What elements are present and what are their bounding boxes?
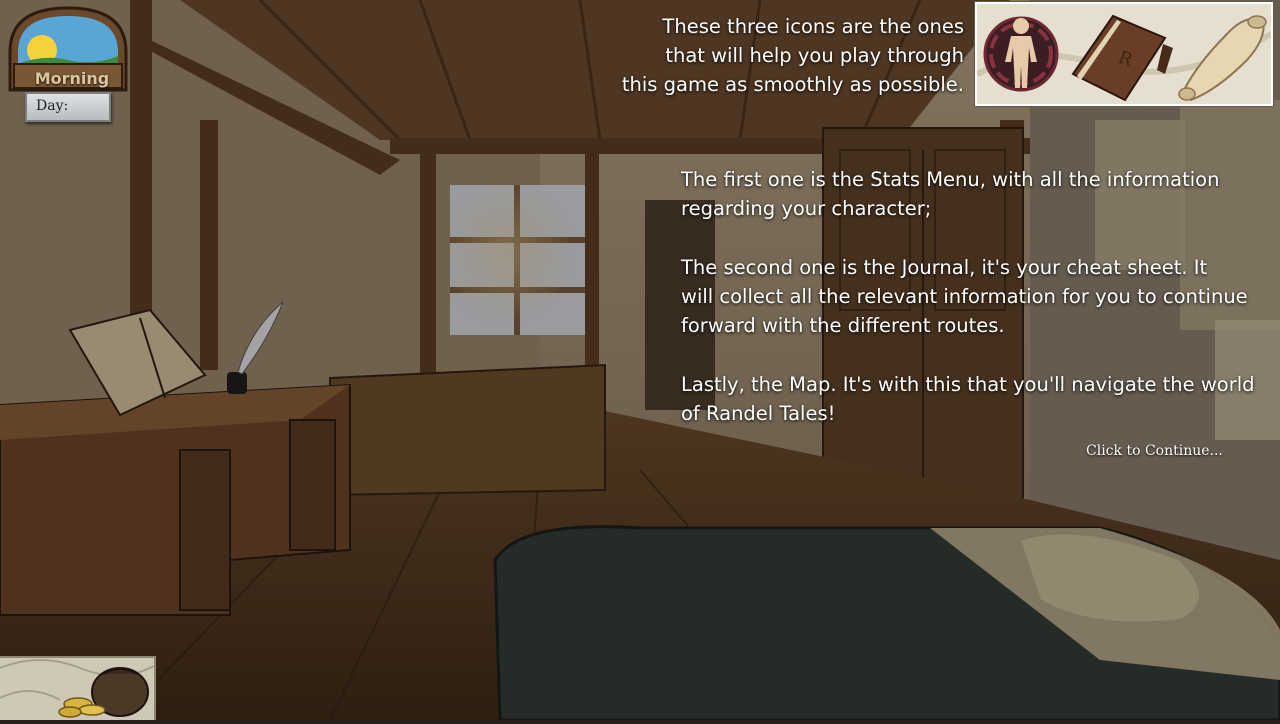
intro-line: this game as smoothly as possible. bbox=[621, 73, 964, 96]
time-of-day-panel: Morning bbox=[4, 4, 132, 94]
time-of-day-label: Morning bbox=[34, 69, 110, 88]
money-panel[interactable] bbox=[0, 656, 156, 720]
coin-bag-icon bbox=[0, 659, 155, 718]
stats-menu-paragraph: The first one is the Stats Menu, with al… bbox=[681, 168, 1220, 221]
map-paragraph: Lastly, the Map. It's with this that you… bbox=[681, 373, 1255, 426]
tutorial-intro: These three icons are the ones that will… bbox=[564, 12, 964, 99]
intro-line: that will help you play through bbox=[665, 44, 964, 67]
day-label: Day: bbox=[25, 92, 111, 122]
journal-paragraph: The second one is the Journal, it's your… bbox=[681, 255, 1248, 338]
continue-prompt[interactable]: Click to Continue... bbox=[1086, 443, 1223, 459]
tutorial-icons-preview: R bbox=[974, 1, 1274, 107]
intro-line: These three icons are the ones bbox=[662, 15, 964, 38]
stats-menu-icon bbox=[983, 16, 1059, 92]
tutorial-body: The first one is the Stats Menu, with al… bbox=[681, 165, 1261, 458]
icons-illustration: R bbox=[977, 4, 1271, 104]
